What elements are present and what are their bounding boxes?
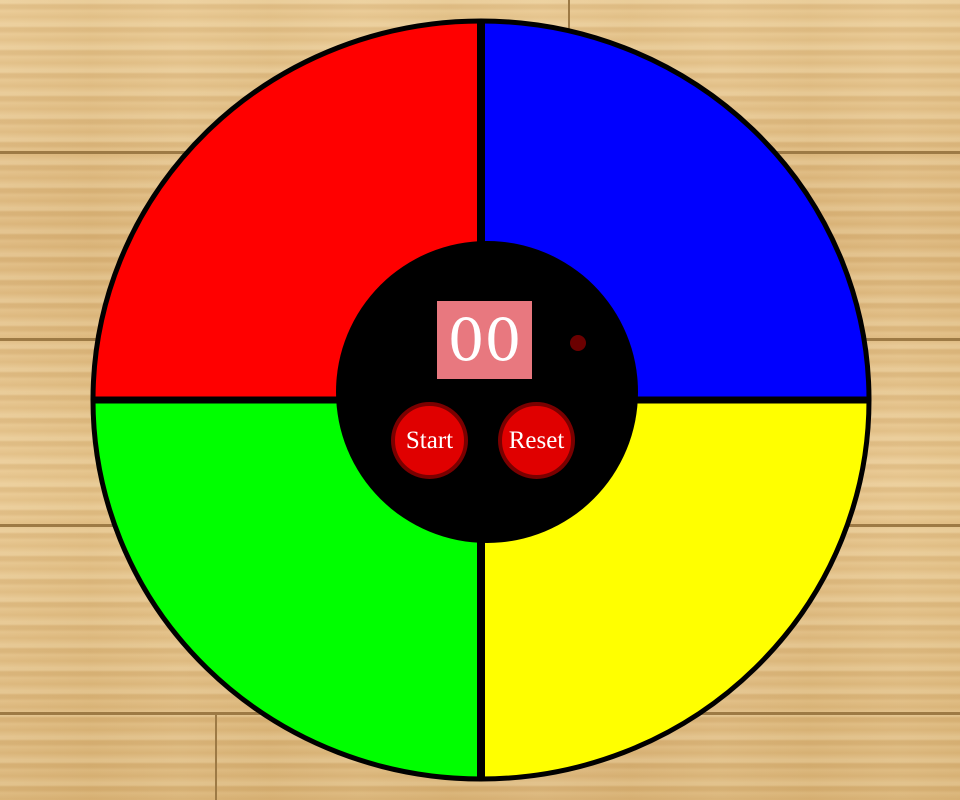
game-page: { "game": { "counter": "00", "start_labe… xyxy=(0,0,960,800)
start-button[interactable]: Start xyxy=(391,402,468,479)
reset-button[interactable]: Reset xyxy=(498,402,575,479)
round-counter: 00 xyxy=(437,301,532,379)
strict-mode-led xyxy=(570,335,586,351)
control-panel: 00 Start Reset xyxy=(336,241,638,543)
simon-board: 00 Start Reset xyxy=(90,18,872,782)
